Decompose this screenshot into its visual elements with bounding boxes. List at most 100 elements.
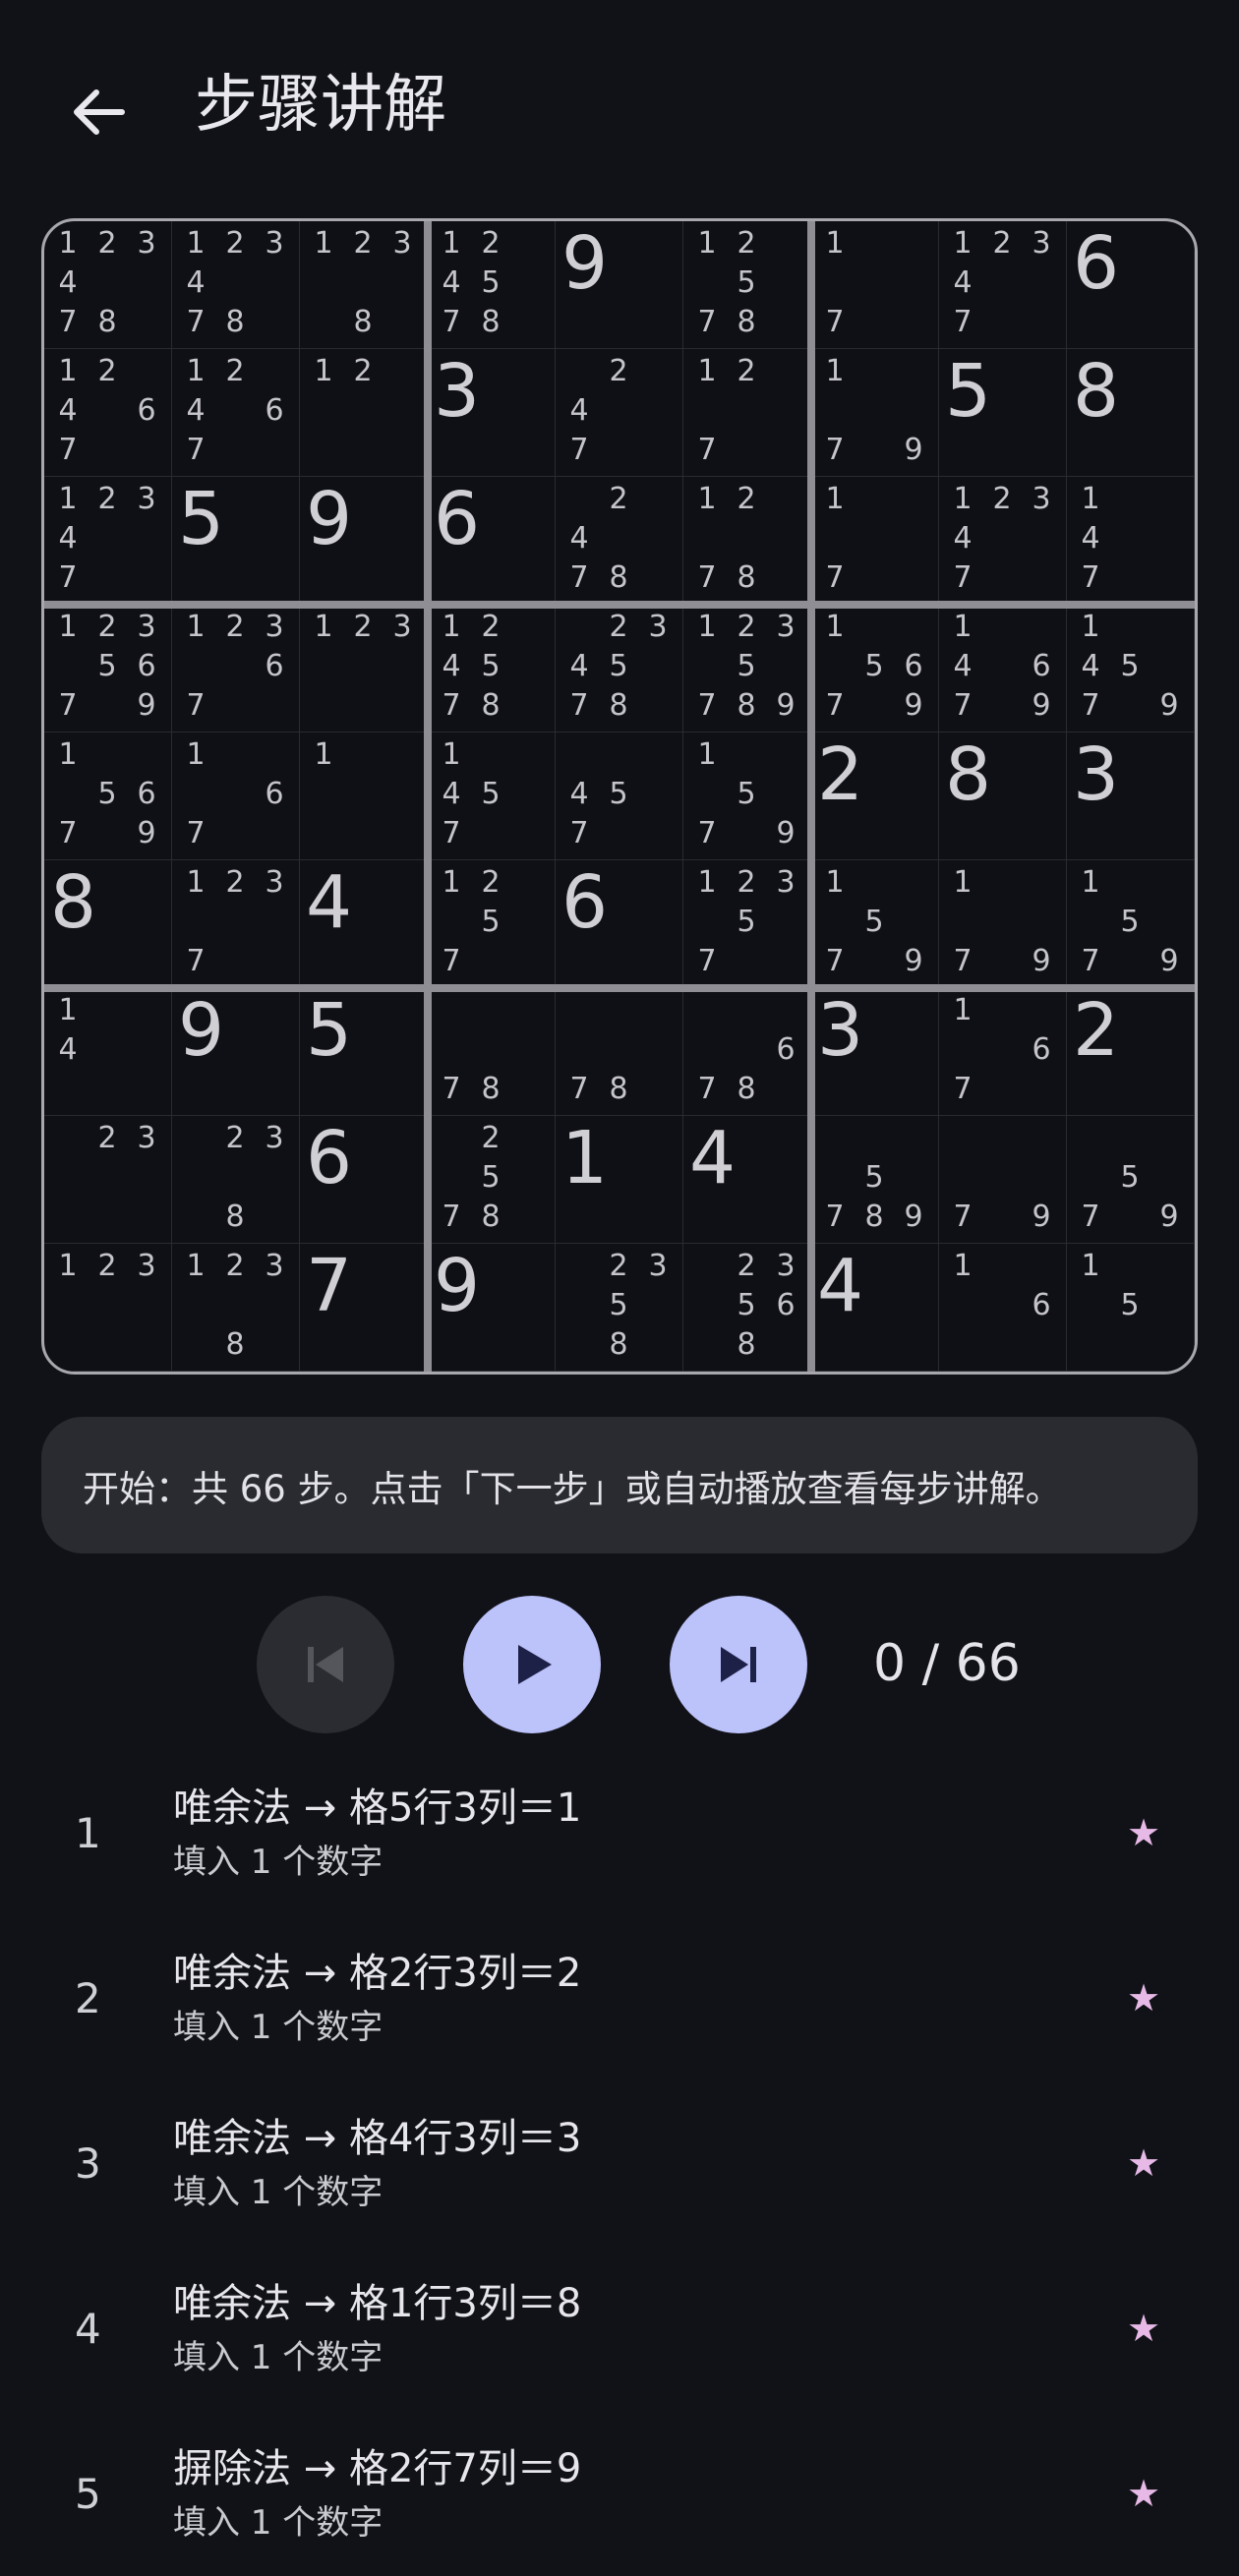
step-subtitle: 填入 1 个数字 [173,2173,384,2212]
sudoku-cell[interactable]: 24 78 [556,477,683,605]
sudoku-cell[interactable]: 12 [300,349,428,477]
sudoku-cell[interactable]: 9 [172,988,300,1116]
candidate-digit: 7 [825,944,845,978]
sudoku-cell[interactable]: 12356 7 9 [44,605,172,732]
candidate-digit: 7 [697,433,717,467]
sudoku-cell[interactable]: 124 6 7 [172,349,300,477]
sudoku-cell[interactable]: 123 4 7 [939,477,1067,605]
sudoku-cell[interactable]: 79 [939,1116,1067,1244]
sudoku-cell[interactable]: 57 9 [1067,1116,1195,1244]
sudoku-cell[interactable]: 1 457 9 [1067,605,1195,732]
sudoku-cell[interactable]: 1579 [811,860,939,988]
step-item[interactable]: 1 唯余法 → 格5行3列＝1 填入 1 个数字 ★ [0,1750,1239,1915]
step-item[interactable]: 4 唯余法 → 格1行3列＝8 填入 1 个数字 ★ [0,2246,1239,2411]
sudoku-cell[interactable]: 1579 [683,732,811,860]
sudoku-cell[interactable]: 1 [556,1116,683,1244]
sudoku-cell[interactable]: 8 [939,732,1067,860]
sudoku-cell[interactable]: 4 [300,860,428,988]
sudoku-cell[interactable]: 78 [428,988,556,1116]
sudoku-cell[interactable]: 23568 [683,1244,811,1372]
play-button[interactable] [463,1596,601,1733]
sudoku-cell[interactable]: 123 4 78 [44,221,172,349]
sudoku-cell[interactable]: 12357 [683,860,811,988]
sudoku-cell[interactable]: 5 [300,988,428,1116]
sudoku-cell[interactable]: 1 6 7 [939,988,1067,1116]
step-item[interactable]: 5 摒除法 → 格2行7列＝9 填入 1 个数字 ★ [0,2411,1239,2576]
candidate-digit: 1 [58,610,78,644]
back-button[interactable] [57,71,140,153]
sudoku-cell[interactable]: 16 [939,1244,1067,1372]
sudoku-cell[interactable]: 156 7 9 [811,605,939,732]
sudoku-cell[interactable]: 123 [44,1244,172,1372]
sudoku-cell[interactable]: 123 4 7 [44,477,172,605]
next-step-button[interactable] [670,1596,807,1733]
sudoku-cell[interactable]: 5789 [811,1116,939,1244]
candidate-digit: 1 [58,482,78,516]
sudoku-cell[interactable]: 9 [556,221,683,349]
sudoku-cell[interactable]: 6 [1067,221,1195,349]
sudoku-cell[interactable]: 1579 [1067,860,1195,988]
sudoku-cell[interactable]: 457 [556,732,683,860]
sudoku-cell[interactable]: 15 [1067,1244,1195,1372]
sudoku-cell[interactable]: 14 [44,988,172,1116]
sudoku-cell[interactable]: 2 [1067,988,1195,1116]
sudoku-cell[interactable]: 1235789 [683,605,811,732]
sudoku-cell[interactable]: 123 7 [172,860,300,988]
sudoku-cell[interactable]: 8 [44,860,172,988]
sudoku-cell[interactable]: 123 8 [300,221,428,349]
candidate-digit: 6 [776,1288,796,1322]
sudoku-cell[interactable]: 9 [428,1244,556,1372]
sudoku-cell[interactable]: 2 578 [428,1116,556,1244]
sudoku-cell[interactable]: 123 6 7 [172,605,300,732]
sudoku-cell[interactable]: 3 [811,988,939,1116]
step-item[interactable]: 3 唯余法 → 格4行3列＝3 填入 1 个数字 ★ [0,2080,1239,2246]
step-item[interactable]: 2 唯余法 → 格2行3列＝2 填入 1 个数字 ★ [0,1915,1239,2080]
sudoku-cell[interactable]: 1 7 9 [939,860,1067,988]
sudoku-cell[interactable]: 17 [811,221,939,349]
sudoku-cell[interactable]: 24 7 [556,349,683,477]
sudoku-cell[interactable]: 3 [428,349,556,477]
sudoku-cell[interactable]: 6 [556,860,683,988]
sudoku-cell[interactable]: 3 [1067,732,1195,860]
sudoku-cell[interactable]: 12 57 [428,860,556,988]
sudoku-cell[interactable]: 5 [172,477,300,605]
sudoku-cell[interactable]: 6 78 [683,988,811,1116]
sudoku-cell[interactable]: 7 [300,1244,428,1372]
sudoku-cell[interactable]: 12 7 [683,349,811,477]
sudoku-cell[interactable]: 78 [556,988,683,1116]
sudoku-cell[interactable]: 123 8 [172,1244,300,1372]
sudoku-cell[interactable]: 17 [811,477,939,605]
sudoku-cell[interactable]: 12 78 [683,477,811,605]
sudoku-cell[interactable]: 8 [1067,349,1195,477]
sudoku-cell[interactable]: 1 4 6 7 9 [939,605,1067,732]
sudoku-cell[interactable]: 1 7 9 [811,349,939,477]
sudoku-cell[interactable]: 1 [300,732,428,860]
sudoku-cell[interactable]: 2 [811,732,939,860]
sudoku-cell[interactable]: 4 [811,1244,939,1372]
sudoku-cell[interactable]: 1 457 [428,732,556,860]
sudoku-cell[interactable]: 123 [300,605,428,732]
sudoku-cell[interactable]: 23 8 [172,1116,300,1244]
sudoku-cell[interactable]: 5 [939,349,1067,477]
sudoku-cell[interactable]: 124578 [428,605,556,732]
given-digit: 5 [945,349,992,434]
sudoku-cell[interactable]: 123 4 78 [172,221,300,349]
previous-step-button[interactable] [257,1596,394,1733]
sudoku-cell[interactable]: 4 [683,1116,811,1244]
sudoku-cell[interactable]: 23 4578 [556,605,683,732]
sudoku-cell[interactable]: 235 8 [556,1244,683,1372]
sudoku-cell[interactable]: 124578 [428,221,556,349]
sudoku-cell[interactable]: 9 [300,477,428,605]
sudoku-cell[interactable]: 12 578 [683,221,811,349]
sudoku-cell[interactable]: 1 4 7 [1067,477,1195,605]
sudoku-cell[interactable]: 23 [44,1116,172,1244]
given-digit: 2 [1073,988,1120,1073]
sudoku-cell[interactable]: 1 6 7 [172,732,300,860]
candidate-digit: 1 [697,226,717,261]
sudoku-cell[interactable]: 6 [300,1116,428,1244]
sudoku-cell[interactable]: 123 4 7 [939,221,1067,349]
sudoku-cell[interactable]: 6 [428,477,556,605]
candidate-digit: 9 [904,433,923,467]
sudoku-cell[interactable]: 156 7 9 [44,732,172,860]
sudoku-cell[interactable]: 124 6 7 [44,349,172,477]
